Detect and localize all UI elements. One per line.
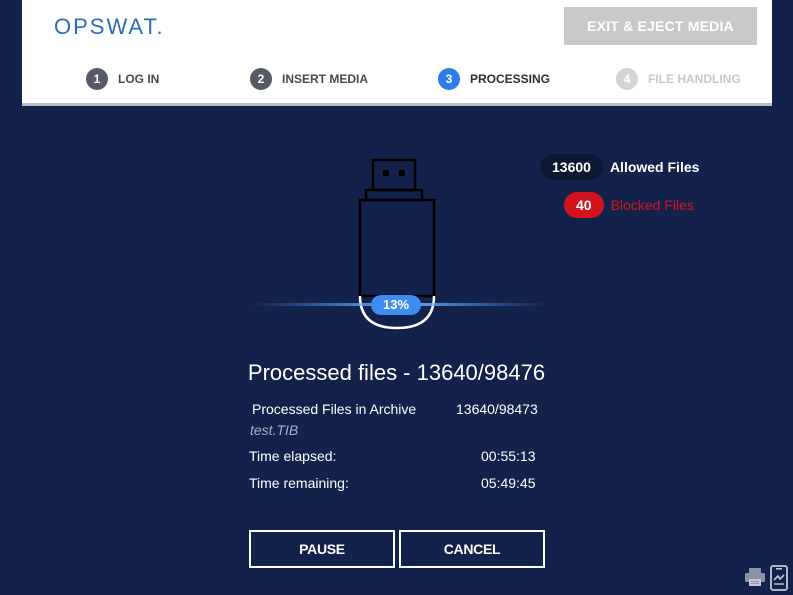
step-number: 2	[250, 68, 272, 90]
exit-eject-media-button[interactable]: EXIT & EJECT MEDIA	[564, 7, 757, 45]
allowed-files-label: Allowed Files	[609, 159, 700, 175]
allowed-files-counter: 13600 Allowed Files	[540, 154, 699, 180]
step-number: 1	[86, 68, 108, 90]
processed-files-title: Processed files - 13640/98476	[247, 360, 546, 385]
logo-text: OPSWAT	[54, 14, 157, 39]
archive-value: 13640/98473	[456, 401, 538, 417]
step-insert-media: 2 INSERT MEDIA	[250, 67, 368, 91]
step-processing: 3 PROCESSING	[438, 67, 550, 91]
archive-label: Processed Files in Archive	[252, 401, 417, 417]
step-log-in: 1 LOG IN	[86, 67, 159, 91]
step-file-handling: 4 FILE HANDLING	[616, 67, 741, 91]
blocked-files-counter: 40 Blocked Files	[564, 192, 694, 218]
pause-button[interactable]: PAUSE	[249, 530, 395, 568]
step-label: FILE HANDLING	[648, 72, 741, 86]
usb-pin	[399, 170, 405, 176]
header-bar: OPSWAT. EXIT & EJECT MEDIA 1 LOG IN 2 IN…	[22, 0, 772, 106]
remaining-value: 05:49:45	[481, 475, 536, 491]
printer-icon[interactable]	[744, 566, 766, 588]
blocked-files-label: Blocked Files	[610, 197, 694, 213]
remaining-label: Time remaining:	[249, 475, 349, 491]
phone-rotate-icon[interactable]	[768, 564, 790, 592]
usb-body	[358, 198, 436, 298]
usb-pin	[383, 170, 389, 176]
archive-filename: test.TIB	[250, 422, 299, 438]
usb-connector	[371, 158, 417, 192]
step-label: LOG IN	[118, 72, 160, 86]
progress-percent-badge: 13%	[371, 295, 421, 315]
elapsed-label: Time elapsed:	[249, 448, 337, 464]
step-label: PROCESSING	[470, 72, 551, 86]
step-label: INSERT MEDIA	[282, 72, 369, 86]
usb-neck	[364, 188, 424, 202]
logo-dot: .	[156, 14, 165, 39]
elapsed-value: 00:55:13	[481, 448, 536, 464]
step-number: 3	[438, 68, 460, 90]
blocked-count-badge: 40	[564, 192, 604, 218]
cancel-button[interactable]: CANCEL	[399, 530, 545, 568]
step-number: 4	[616, 68, 638, 90]
opswat-logo: OPSWAT.	[54, 14, 165, 40]
